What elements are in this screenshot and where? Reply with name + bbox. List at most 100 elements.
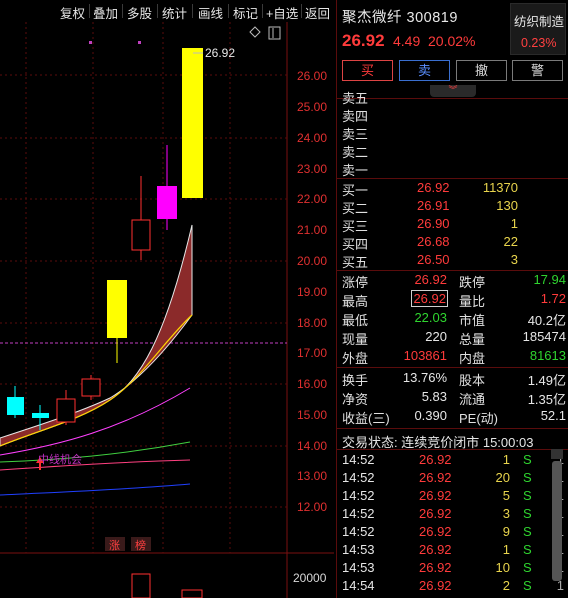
bid-label: 买四 [342, 237, 369, 252]
y-tick: 25.00 [297, 100, 328, 114]
bid-price: 26.50 [417, 252, 450, 267]
stat-value: 26.92 [414, 272, 447, 287]
stat-key: 最高 [342, 294, 369, 309]
volume-bar [131, 573, 151, 598]
stat-row: 外盘 103861 内盘 81613 [342, 348, 566, 367]
tick-row: 14:52 26.92 1 S 1 [342, 452, 564, 470]
toolbar-stats[interactable]: 统计 [162, 3, 187, 22]
bid-row[interactable]: 买五 26.50 3 [342, 252, 564, 270]
ask-label: 卖二 [342, 145, 369, 160]
divider [337, 270, 568, 271]
y-tick: 26.00 [297, 69, 328, 83]
tick-side: S [523, 470, 532, 485]
stat-key: 外盘 [342, 351, 369, 366]
ma-line-blue [0, 483, 191, 496]
kline-chart[interactable]: 26.00 25.00 24.00 23.00 22.00 21.00 20.0… [0, 22, 334, 598]
stat-value: 185474 [522, 329, 566, 344]
candle [32, 413, 49, 418]
buy-button[interactable]: 买 [342, 60, 393, 81]
scroll-thumb[interactable] [552, 461, 562, 581]
toolbar-multi-stock[interactable]: 多股 [127, 3, 152, 22]
tick-price: 26.92 [419, 452, 452, 467]
toolbar-draw-line[interactable]: 画线 [198, 3, 223, 22]
quote-panel: 聚杰微纤 300819 纺织制造 0.23% 26.92 4.49 20.02%… [336, 0, 568, 598]
toolbar-add-watchlist[interactable]: +自选 [266, 3, 298, 22]
bid-row[interactable]: 买二 26.91 130 [342, 198, 564, 216]
price-change-pct: 20.02% [428, 33, 476, 49]
alert-button[interactable]: 警 [512, 60, 563, 81]
bid-row[interactable]: 买三 26.90 1 [342, 216, 564, 234]
ma-signal-label: 中线机会 [38, 454, 82, 466]
stat-value: 103861 [403, 348, 447, 363]
stat-row: 涨停 26.92 跌停 17.94 [342, 272, 566, 291]
stat-key: 跌停 [459, 275, 486, 290]
ranking-badge[interactable]: 榜 [135, 537, 146, 553]
tick-volume: 2 [502, 578, 510, 593]
cancel-order-button[interactable]: 撤 [456, 60, 507, 81]
stat-row: 最高 26.92 量比 1.72 [342, 290, 566, 310]
panel-toggle-icon [268, 26, 281, 40]
tick-row: 14:53 26.92 1 S 1 [342, 542, 564, 560]
ma-line-green [0, 441, 191, 463]
tick-time: 14:52 [342, 488, 375, 503]
sector-change: 0.23% [521, 36, 557, 50]
y-tick: 14.00 [297, 439, 328, 453]
scroll-up-icon[interactable] [551, 449, 563, 459]
bid-volume: 130 [496, 198, 518, 213]
stat-key: 内盘 [459, 351, 486, 366]
stat-key: 市值 [459, 313, 486, 328]
limit-up-badge[interactable]: 涨 [109, 537, 120, 553]
toolbar-divider [262, 4, 263, 18]
bid-price: 26.92 [417, 180, 450, 195]
tick-time: 14:53 [342, 542, 375, 557]
y-tick: 24.00 [297, 131, 328, 145]
stat-key: 总量 [459, 332, 486, 347]
ask-row[interactable]: 卖三 [342, 124, 564, 142]
signal-dot [138, 41, 141, 44]
toolbar-back[interactable]: 返回 [305, 3, 330, 22]
tick-volume: 9 [502, 524, 510, 539]
ask-row[interactable]: 卖一 [342, 160, 564, 178]
bid-row[interactable]: 买一 26.92 11370 [342, 180, 564, 198]
stat-value: 1.35亿 [527, 392, 566, 407]
candle [107, 280, 127, 338]
bid-row[interactable]: 买四 26.68 22 [342, 234, 564, 252]
ask-label: 卖一 [342, 163, 369, 178]
divider [337, 428, 568, 429]
candle [131, 219, 151, 251]
stat-value: 81613 [529, 348, 566, 363]
toolbar-mark[interactable]: 标记 [233, 3, 258, 22]
ma-line-pink [0, 459, 191, 471]
stat-key: PE(动) [459, 411, 499, 426]
tick-time: 14:52 [342, 524, 375, 539]
ask-row[interactable]: 卖五 [342, 88, 564, 106]
stat-key: 股本 [459, 373, 486, 388]
candles [7, 48, 203, 430]
tick-price: 26.92 [419, 578, 452, 593]
ask-row[interactable]: 卖二 [342, 142, 564, 160]
ask-row[interactable]: 卖四 [342, 106, 564, 124]
grid-lines [0, 22, 287, 553]
candle [182, 48, 203, 198]
y-tick: 16.00 [297, 377, 328, 391]
y-tick: 19.00 [297, 285, 328, 299]
ask-label: 卖四 [342, 109, 369, 124]
bid-price: 26.91 [417, 198, 450, 213]
stat-row: 最低 22.03 市值 40.2亿 [342, 310, 566, 329]
tick-time: 14:52 [342, 470, 375, 485]
stat-key: 换手 [342, 373, 369, 388]
stock-title: 聚杰微纤 300819 [342, 6, 458, 27]
toolbar-overlay[interactable]: 叠加 [93, 3, 118, 22]
y-tick: 20.00 [297, 254, 328, 268]
sector-name: 纺织制造 [514, 15, 565, 29]
tick-list-scrollbar[interactable] [551, 447, 563, 598]
sector-button[interactable]: 纺织制造 0.23% [510, 3, 566, 55]
sell-button[interactable]: 卖 [399, 60, 450, 81]
stat-value: 26.92 [411, 290, 448, 307]
tick-price: 26.92 [419, 560, 452, 575]
tick-volume: 10 [495, 560, 510, 575]
tick-price: 26.92 [419, 488, 452, 503]
toolbar-fuquan[interactable]: 复权 [60, 3, 85, 22]
tick-price: 26.92 [419, 524, 452, 539]
tick-volume: 1 [502, 542, 510, 557]
